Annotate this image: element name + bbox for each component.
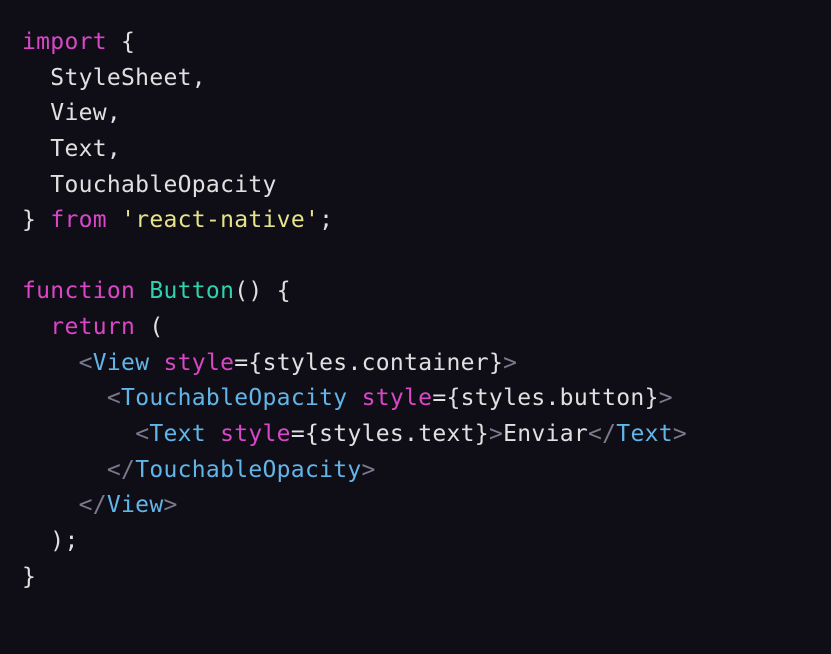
keyword-return: return [50, 314, 135, 340]
brace-close: } [489, 350, 503, 376]
comma: , [192, 65, 206, 91]
import-item: StyleSheet [50, 65, 191, 91]
angle-close: > [673, 421, 687, 447]
jsx-tag-view-close: View [107, 492, 164, 518]
brace-close: } [475, 421, 489, 447]
jsx-tag-touchable: TouchableOpacity [121, 385, 347, 411]
dot: . [546, 385, 560, 411]
angle-open: < [135, 421, 149, 447]
expr-styles: styles [319, 421, 404, 447]
brace-open: { [277, 278, 291, 304]
angle-close-open: </ [588, 421, 616, 447]
brace-open: { [305, 421, 319, 447]
angle-close: > [362, 457, 376, 483]
jsx-attr-style: style [220, 421, 291, 447]
keyword-from: from [50, 207, 107, 233]
angle-open: < [79, 350, 93, 376]
jsx-text-content: Enviar [503, 421, 588, 447]
dot: . [347, 350, 361, 376]
equals: = [291, 421, 305, 447]
import-item: TouchableOpacity [50, 172, 276, 198]
paren-close: ) [50, 528, 64, 554]
jsx-attr-style: style [362, 385, 433, 411]
angle-close-open: </ [107, 457, 135, 483]
dot: . [404, 421, 418, 447]
jsx-tag-text: Text [149, 421, 206, 447]
angle-close: > [489, 421, 503, 447]
brace-open: { [248, 350, 262, 376]
angle-open: < [107, 385, 121, 411]
jsx-attr-style: style [164, 350, 235, 376]
brace-close: } [645, 385, 659, 411]
expr-button: button [560, 385, 645, 411]
brace-open: { [121, 29, 135, 55]
comma: , [107, 136, 121, 162]
comma: , [107, 100, 121, 126]
jsx-tag-touchable-close: TouchableOpacity [135, 457, 361, 483]
import-item: View [50, 100, 107, 126]
parens: () [234, 278, 262, 304]
import-item: Text [50, 136, 107, 162]
brace-close: } [22, 564, 36, 590]
equals: = [432, 385, 446, 411]
brace-open: { [446, 385, 460, 411]
keyword-import: import [22, 29, 107, 55]
expr-text: text [418, 421, 475, 447]
function-name: Button [149, 278, 234, 304]
semicolon: ; [319, 207, 333, 233]
keyword-function: function [22, 278, 135, 304]
semicolon: ; [64, 528, 78, 554]
angle-close: > [163, 492, 177, 518]
paren-open: ( [149, 314, 163, 340]
code-block: import { StyleSheet, View, Text, Touchab… [22, 25, 809, 595]
expr-container: container [362, 350, 489, 376]
expr-styles: styles [263, 350, 348, 376]
angle-close: > [503, 350, 517, 376]
angle-close: > [659, 385, 673, 411]
angle-close-open: </ [79, 492, 107, 518]
equals: = [234, 350, 248, 376]
brace-close: } [22, 207, 36, 233]
expr-styles: styles [461, 385, 546, 411]
jsx-tag-view: View [93, 350, 150, 376]
string-literal: 'react-native' [121, 207, 319, 233]
jsx-tag-text-close: Text [616, 421, 673, 447]
